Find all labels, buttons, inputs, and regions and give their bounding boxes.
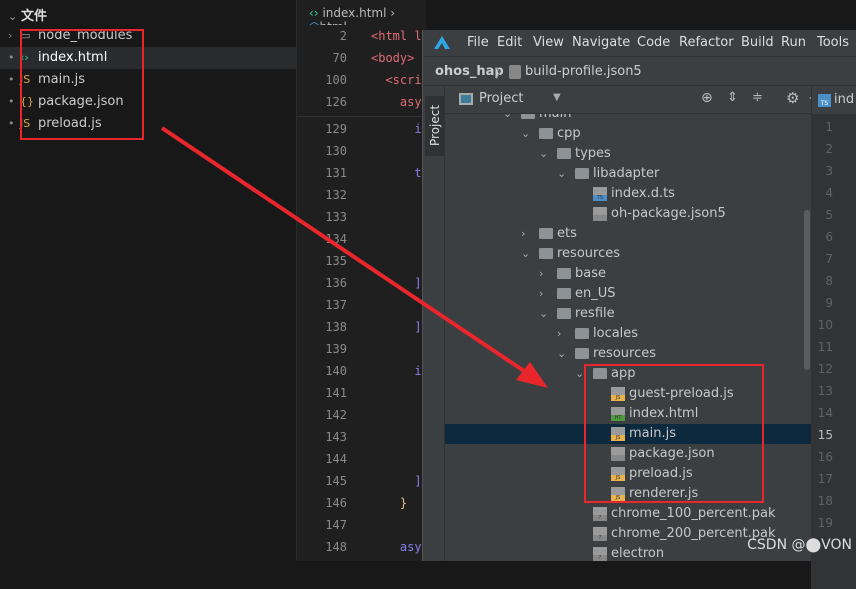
annotation-arrow <box>160 126 548 388</box>
watermark: CSDN @⬤VON <box>747 537 852 553</box>
